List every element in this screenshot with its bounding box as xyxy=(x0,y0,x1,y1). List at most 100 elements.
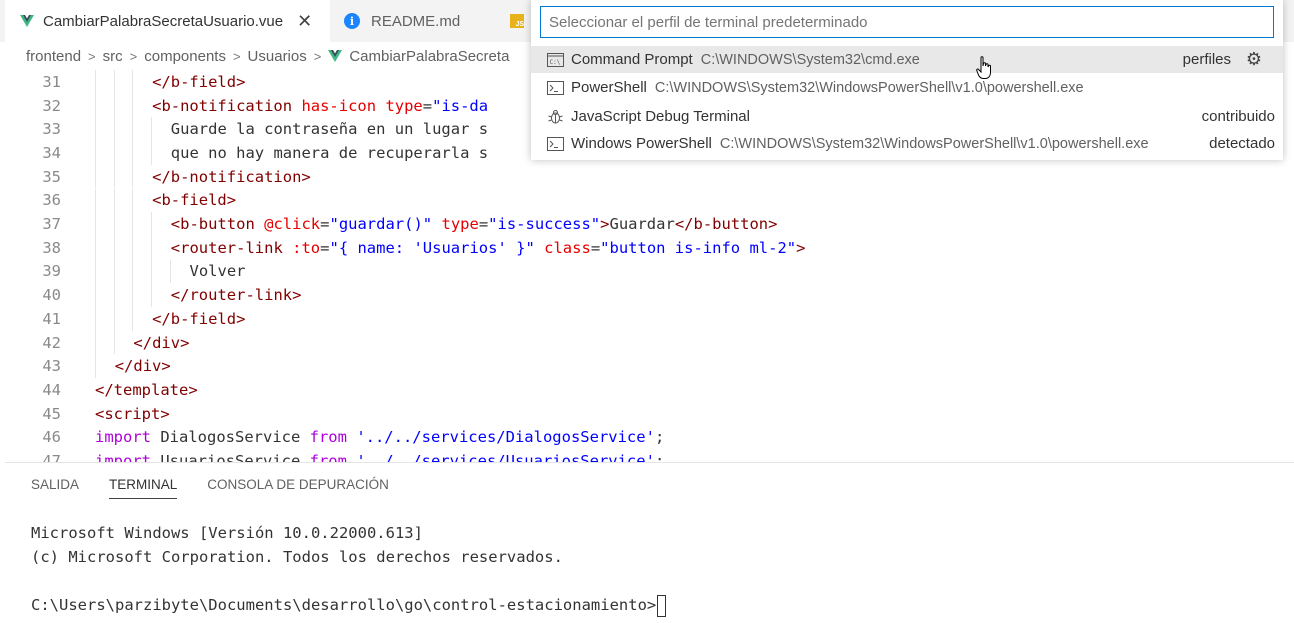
line-number: 33 xyxy=(42,120,61,139)
js-icon: JS xyxy=(510,14,524,28)
code-token: </ xyxy=(152,72,171,91)
indent-guide xyxy=(132,259,134,284)
tab-terminal[interactable]: TERMINAL xyxy=(109,477,178,499)
tab-cambiar-palabra-secreta[interactable]: CambiarPalabraSecretaUsuario.vue ✕ xyxy=(5,0,330,42)
terminal-line: Microsoft Windows [Versión 10.0.22000.61… xyxy=(31,524,423,542)
item-path: C:\WINDOWS\System32\WindowsPowerShell\v1… xyxy=(719,135,1149,152)
line-number: 40 xyxy=(42,286,61,305)
item-group: detectado xyxy=(1209,135,1275,152)
code-token: < xyxy=(95,404,105,423)
gear-icon[interactable]: ⚙ xyxy=(1246,49,1262,70)
code-token: </ xyxy=(170,286,190,305)
indent-guide xyxy=(95,93,96,118)
breadcrumb-item[interactable]: Usuarios xyxy=(248,48,307,65)
code-token: template xyxy=(113,380,189,399)
code-token: > xyxy=(226,191,237,210)
breadcrumb-item[interactable]: components xyxy=(144,48,226,65)
code-token: Volver xyxy=(189,262,246,281)
code-line[interactable]: 46 import DialogosService from '../../ser… xyxy=(0,426,1294,450)
tab-salida[interactable]: SALIDA xyxy=(31,477,79,499)
code-line[interactable]: 38 <router-link :to = "{ name: 'Usuarios' }… xyxy=(0,235,1294,260)
quick-pick-item-command-prompt[interactable]: C:\ Command Prompt C:\WINDOWS\System32\c… xyxy=(531,46,1283,73)
code-line[interactable]: 39 Volver xyxy=(0,259,1294,284)
quick-pick-item-js-debug[interactable]: JavaScript Debug Terminal contribuido xyxy=(531,103,1283,130)
breadcrumb-item[interactable]: CambiarPalabraSecreta xyxy=(349,48,509,65)
code-token: from xyxy=(309,452,347,462)
indent-guide xyxy=(113,188,115,213)
code-token: b-notification xyxy=(170,167,302,186)
code-token: b-field xyxy=(170,72,237,91)
indent-guide xyxy=(169,259,171,284)
hand-pointer-icon xyxy=(976,56,991,79)
code-text: </b-notification> xyxy=(152,168,311,186)
code-text: Guarde la contraseña en un lugar s xyxy=(171,120,488,138)
line-number: 43 xyxy=(42,357,61,376)
code-line[interactable]: 47 import UsuariosService from '../../ser… xyxy=(0,449,1294,462)
indent-guide xyxy=(95,235,96,260)
line-number: 47 xyxy=(42,452,61,462)
code-line[interactable]: 44 </template> xyxy=(0,378,1294,402)
indent-guide xyxy=(151,117,153,142)
indent-guide xyxy=(132,307,134,331)
tab-label: CambiarPalabraSecretaUsuario.vue xyxy=(43,12,284,30)
line-number: 42 xyxy=(42,333,61,352)
line-number: 32 xyxy=(42,96,61,115)
indent-guide xyxy=(151,283,153,307)
code-token: router-link xyxy=(180,238,283,257)
indent-guide xyxy=(95,354,96,379)
indent-guide xyxy=(113,259,115,284)
code-text: <script> xyxy=(95,405,170,423)
quick-pick-input[interactable] xyxy=(540,6,1274,38)
code-token: > xyxy=(188,380,198,399)
tab-readme[interactable]: i README.md xyxy=(330,0,500,42)
close-icon[interactable]: ✕ xyxy=(297,12,312,30)
code-token: < xyxy=(170,215,181,234)
code-token: type xyxy=(385,96,423,115)
line-number: 38 xyxy=(42,238,61,257)
indent-guide xyxy=(95,283,96,307)
chevron-right-icon: > xyxy=(232,48,241,64)
code-line[interactable]: 42 </div> xyxy=(0,330,1294,355)
code-text: </div> xyxy=(115,357,171,375)
indent-guide xyxy=(95,330,96,355)
indent-guide xyxy=(132,235,134,260)
quick-pick-item-windows-powershell[interactable]: Windows PowerShell C:\WINDOWS\System32\W… xyxy=(531,130,1283,157)
breadcrumb-item[interactable]: frontend xyxy=(26,48,81,65)
code-token: > xyxy=(796,238,806,257)
code-token: has-icon xyxy=(301,96,377,115)
breadcrumb-item[interactable]: src xyxy=(103,48,123,65)
line-number: 37 xyxy=(42,215,61,234)
code-text: </b-field> xyxy=(152,310,245,328)
code-token: que no hay manera de recuperarla s xyxy=(170,143,489,162)
code-line[interactable]: 36 <b-field> xyxy=(0,188,1294,213)
vue-icon xyxy=(328,50,343,62)
indent-guide xyxy=(132,117,134,142)
code-token: </ xyxy=(152,309,171,328)
code-text: </template> xyxy=(95,381,198,399)
code-token: > xyxy=(292,286,302,305)
indent-guide xyxy=(95,141,96,165)
code-token: import xyxy=(95,428,151,447)
code-line[interactable]: 37 <b-button @click="guardar()" type="is-… xyxy=(0,212,1294,236)
quick-pick-item-powershell[interactable]: PowerShell C:\WINDOWS\System32\WindowsPo… xyxy=(531,74,1283,101)
terminal-prompt: C:\Users\parzibyte\Documents\desarrollo\… xyxy=(31,596,657,614)
svg-text:C:\: C:\ xyxy=(549,59,560,66)
chevron-right-icon: > xyxy=(313,48,322,64)
vue-icon xyxy=(20,15,34,27)
code-line[interactable]: 40 </router-link> xyxy=(0,283,1294,307)
indent-guide xyxy=(132,164,134,189)
code-line[interactable]: 41 </b-field> xyxy=(0,307,1294,331)
code-line[interactable]: 35 </b-notification> xyxy=(0,164,1294,189)
code-token: '../../services/UsuariosService' xyxy=(356,452,655,462)
terminal-profile-quick-pick: C:\ Command Prompt C:\WINDOWS\System32\c… xyxy=(531,0,1283,160)
tab-consola-depuracion[interactable]: CONSOLA DE DEPURACIÓN xyxy=(207,477,389,499)
item-name: Command Prompt xyxy=(571,51,693,68)
tab-label: README.md xyxy=(371,12,461,30)
code-text: </b-field> xyxy=(152,73,245,91)
code-line[interactable]: 43 </div> xyxy=(0,354,1294,379)
code-line[interactable]: 45 <script> xyxy=(0,402,1294,426)
terminal-output[interactable]: Microsoft Windows [Versión 10.0.22000.61… xyxy=(31,521,667,617)
code-token: div xyxy=(152,333,181,352)
